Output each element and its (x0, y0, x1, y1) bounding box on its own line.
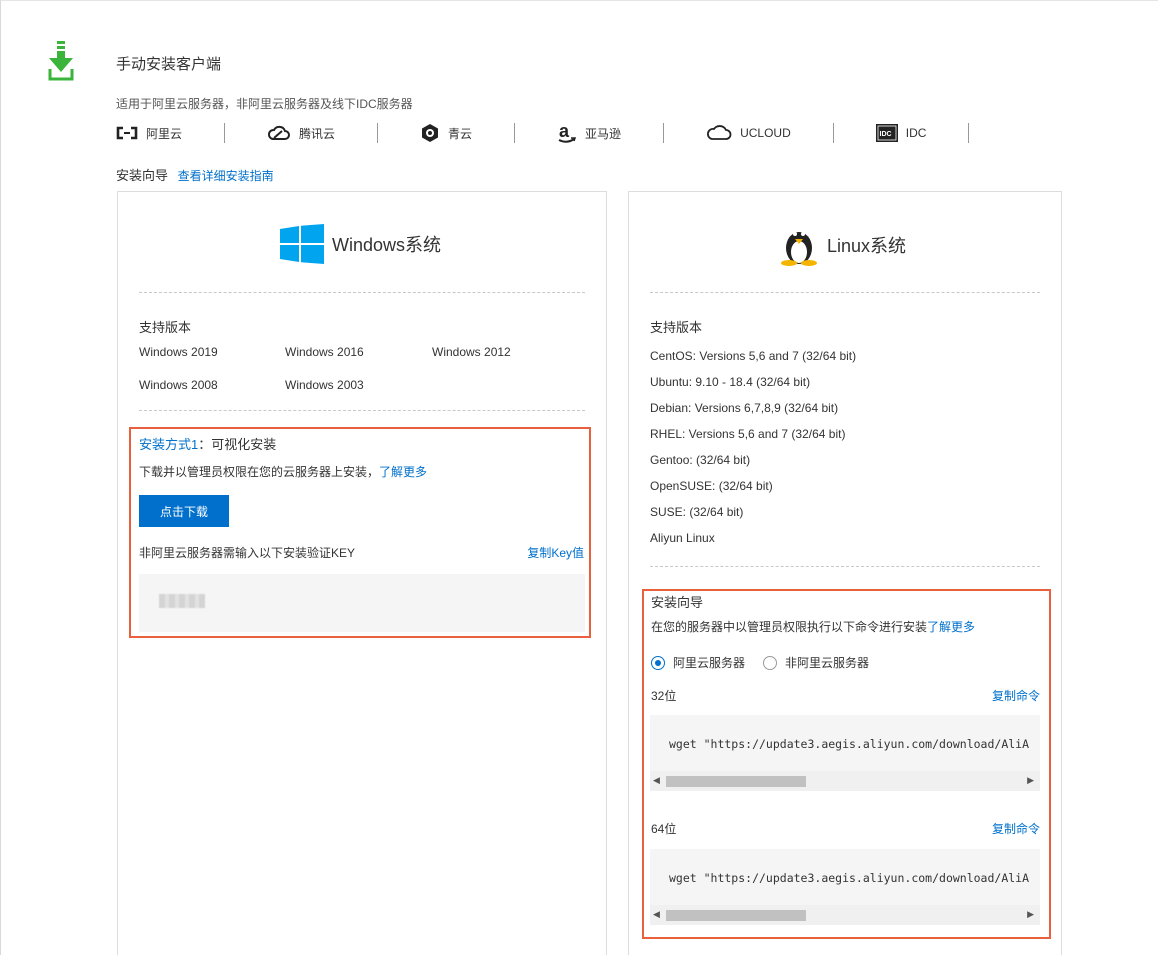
windows-header: Windows系统 (280, 224, 441, 264)
provider-label: 亚马逊 (585, 126, 622, 141)
command-64-text: wget "https://update3.aegis.aliyun.com/d… (669, 871, 1030, 885)
version-item: Ubuntu: 9.10 - 18.4 (32/64 bit) (650, 375, 811, 389)
copy-command-64-link[interactable]: 复制命令 (992, 820, 1040, 837)
ucloud-icon (707, 125, 732, 140)
version-item: Aliyun Linux (650, 531, 715, 545)
copy-command-32-link[interactable]: 复制命令 (992, 687, 1040, 704)
qingcloud-icon (422, 124, 439, 142)
radio-aliyun-server[interactable] (651, 655, 665, 670)
version-item: Windows 2003 (285, 378, 364, 392)
divider (650, 566, 1040, 567)
divider (968, 123, 970, 143)
linux-header: Linux系统 (779, 224, 906, 266)
install-method-prefix: 安装方式1 (139, 437, 199, 452)
linux-guide-title: 安装向导 (651, 595, 704, 610)
install-key-box (139, 574, 585, 632)
horizontal-scrollbar[interactable]: ◀ ▶ (650, 771, 1040, 791)
divider (650, 292, 1040, 293)
command-32-box[interactable]: wget "https://update3.aegis.aliyun.com/d… (650, 715, 1040, 791)
download-button[interactable]: 点击下载 (139, 495, 229, 527)
aliyun-icon (116, 126, 138, 140)
horizontal-scrollbar[interactable]: ◀ ▶ (650, 905, 1040, 925)
provider-qingcloud: 青云 (420, 123, 472, 143)
label-64-bit: 64位 (651, 822, 677, 836)
provider-label: IDC (905, 126, 927, 140)
scroll-right-icon[interactable]: ▶ (1027, 909, 1034, 920)
provider-label: 腾讯云 (299, 126, 336, 141)
page-subtitle: 适用于阿里云服务器，非阿里云服务器及线下IDC服务器 (116, 97, 413, 111)
version-item: Windows 2019 (139, 345, 218, 359)
linux-guide-description: 在您的服务器中以管理员权限执行以下命令进行安装了解更多 (651, 618, 975, 635)
learn-more-link[interactable]: 了解更多 (927, 620, 975, 634)
provider-tencent: 腾讯云 (267, 125, 335, 142)
divider (377, 123, 379, 143)
radio-aliyun-label: 阿里云服务器 (673, 656, 746, 670)
learn-more-link[interactable]: 了解更多 (379, 465, 427, 479)
divider (514, 123, 516, 143)
install-guide-row: 安装向导 查看详细安装指南 (116, 165, 274, 184)
redacted-key (159, 594, 205, 608)
version-item: Windows 2016 (285, 345, 364, 359)
copy-key-link[interactable]: 复制Key值 (527, 544, 584, 561)
radio-non-aliyun-server[interactable] (763, 655, 778, 670)
linux-title: Linux系统 (827, 236, 907, 256)
command-32-text: wget "https://update3.aegis.aliyun.com/d… (669, 737, 1030, 751)
scrollbar-thumb[interactable] (666, 910, 806, 921)
divider (832, 123, 834, 143)
version-item: Debian: Versions 6,7,8,9 (32/64 bit) (650, 401, 839, 415)
divider (139, 292, 585, 293)
version-item: Windows 2008 (139, 378, 218, 392)
linux-guide-description-text: 在您的服务器中以管理员权限执行以下命令进行安装 (651, 620, 928, 634)
page-title: 手动安装客户端 (116, 56, 222, 73)
svg-text:IDC: IDC (879, 131, 891, 138)
install-description: 下载并以管理员权限在您的云服务器上安装，了解更多 (139, 463, 427, 480)
version-item: Windows 2012 (432, 345, 511, 359)
amazon-icon: a (558, 122, 577, 143)
provider-label: 青云 (448, 126, 473, 141)
install-description-text: 下载并以管理员权限在您的云服务器上安装， (139, 465, 380, 479)
page: 手动安装客户端 适用于阿里云服务器，非阿里云服务器及线下IDC服务器 阿里云 腾… (0, 0, 1158, 955)
provider-aliyun: 阿里云 (116, 125, 182, 142)
label-32-bit: 32位 (651, 689, 677, 703)
install-guide-label: 安装向导 (116, 168, 169, 183)
linux-penguin-icon (781, 232, 817, 266)
provider-list: 阿里云 腾讯云 青云 a 亚马逊 UCLOUD IDC IDC (116, 121, 1011, 145)
scroll-left-icon[interactable]: ◀ (653, 909, 660, 920)
windows-title: Windows系统 (332, 235, 442, 255)
divider (224, 123, 226, 143)
key-label: 非阿里云服务器需输入以下安装验证KEY (139, 546, 356, 560)
download-icon (48, 41, 74, 81)
install-method-suffix: ：可视化安装 (198, 437, 277, 452)
server-type-radio-group: 阿里云服务器 非阿里云服务器 (651, 654, 869, 671)
linux-card: Linux系统 支持版本 CentOS: Versions 5,6 and 7 … (628, 191, 1062, 955)
radio-non-aliyun-label: 非阿里云服务器 (785, 656, 870, 670)
windows-logo-icon (280, 224, 324, 264)
provider-label: 阿里云 (146, 126, 183, 141)
tencent-cloud-icon (268, 125, 290, 140)
provider-label: UCLOUD (740, 126, 791, 140)
version-item: RHEL: Versions 5,6 and 7 (32/64 bit) (650, 427, 846, 441)
divider (139, 410, 585, 411)
windows-card: Windows系统 支持版本 Windows 2019 Windows 2016… (117, 191, 607, 955)
scrollbar-thumb[interactable] (666, 776, 806, 787)
version-item: CentOS: Versions 5,6 and 7 (32/64 bit) (650, 349, 857, 363)
version-item: SUSE: (32/64 bit) (650, 505, 744, 519)
divider (663, 123, 665, 143)
version-item: Gentoo: (32/64 bit) (650, 453, 751, 467)
detailed-guide-link[interactable]: 查看详细安装指南 (178, 169, 274, 183)
provider-amazon: a 亚马逊 (557, 122, 621, 144)
provider-idc: IDC IDC (875, 124, 927, 142)
install-method-title: 安装方式1：可视化安装 (139, 434, 276, 453)
supported-versions-label: 支持版本 (139, 320, 192, 335)
scroll-left-icon[interactable]: ◀ (653, 775, 660, 786)
supported-versions-label: 支持版本 (650, 320, 703, 335)
svg-text:a: a (559, 122, 570, 141)
version-item: OpenSUSE: (32/64 bit) (650, 479, 773, 493)
provider-ucloud: UCLOUD (706, 125, 791, 141)
idc-icon: IDC (875, 124, 898, 142)
command-64-box[interactable]: wget "https://update3.aegis.aliyun.com/d… (650, 849, 1040, 925)
scroll-right-icon[interactable]: ▶ (1027, 775, 1034, 786)
